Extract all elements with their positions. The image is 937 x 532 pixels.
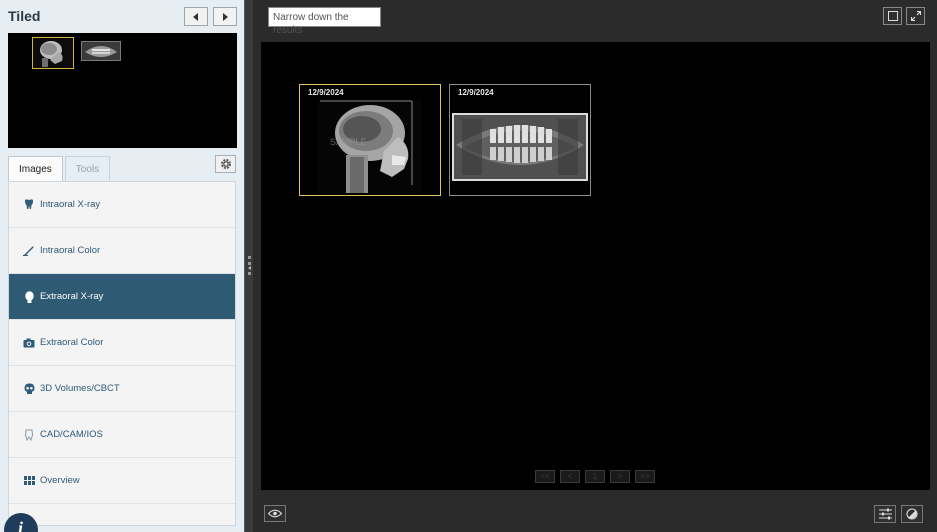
next-page-button[interactable]: > [610,470,630,483]
category-extraoral-color[interactable]: Extraoral Color [9,320,235,366]
first-page-button[interactable]: << [535,470,555,483]
category-overview[interactable]: Overview [9,458,235,504]
settings-button[interactable] [215,155,236,173]
category-label: Extraoral X-ray [40,291,104,302]
image-date: 12/9/2024 [458,88,494,97]
tab-images[interactable]: Images [8,156,63,181]
camera-icon [23,337,35,349]
category-list: Intraoral X-ray Intraoral Color Extraora… [8,181,236,526]
head-icon [23,290,35,303]
prev-page-button[interactable]: < [560,470,580,483]
pagination: << < 1 > >> [535,470,660,483]
page-number[interactable]: 1 [585,470,605,483]
crown-icon [23,429,35,441]
ceph-xray-image: SAMPLE [300,85,440,195]
contrast-button[interactable] [901,505,923,523]
skull-icon [23,383,35,395]
category-intraoral-xray[interactable]: Intraoral X-ray [9,182,235,228]
svg-text:SAMPLE: SAMPLE [330,137,367,147]
gear-icon [220,159,231,169]
bottom-toolbar [253,497,937,532]
square-icon [887,11,898,21]
single-view-button[interactable] [883,7,902,25]
image-card-ceph[interactable]: SAMPLE 12/9/2024 [299,84,441,196]
mini-thumbnail-ceph[interactable] [32,37,74,69]
adjustments-button[interactable] [874,505,896,523]
visibility-button[interactable] [264,505,286,522]
panel-splitter[interactable] [244,0,253,532]
panel-tabs: Images Tools [8,156,112,181]
search-input[interactable]: Narrow down the results [268,7,381,36]
panel-title: Tiled [8,8,41,24]
category-label: Intraoral Color [40,245,101,256]
category-cad-cam[interactable]: CAD/CAM/IOS [9,412,235,458]
skull-xray-thumbnail [33,38,73,68]
sliders-icon [878,508,892,520]
image-card-pano[interactable]: 12/9/2024 [449,84,591,196]
category-label: Extraoral Color [40,337,104,348]
info-icon: i [18,518,24,532]
tab-tools[interactable]: Tools [64,156,111,181]
image-viewport: SAMPLE 12/9/2024 12/9/2024 << < 1 > >> [261,42,930,490]
grip-icon [248,256,251,275]
category-label: Overview [40,475,80,486]
image-date: 12/9/2024 [308,88,344,97]
thumbnail-strip [8,33,237,148]
panoramic-xray-image [450,85,590,195]
triangle-right-icon [223,12,228,21]
category-label: Intraoral X-ray [40,199,101,210]
contrast-icon [906,508,918,520]
app-window: Tiled Images Tools Intraoral X-ray Intra… [0,0,937,532]
last-page-button[interactable]: >> [635,470,655,483]
category-extraoral-xray[interactable]: Extraoral X-ray [9,274,235,320]
grid-icon [23,475,35,487]
category-label: 3D Volumes/CBCT [40,383,120,394]
category-intraoral-color[interactable]: Intraoral Color [9,228,235,274]
tooth-icon [23,199,35,211]
previous-button[interactable] [184,7,208,26]
panoramic-xray-thumbnail [82,42,120,60]
viewer-area: Narrow down the results SAMPLE 12/9/2024… [253,0,937,532]
next-button[interactable] [213,7,237,26]
triangle-left-icon [193,12,198,21]
expand-icon [910,11,921,21]
fullscreen-button[interactable] [906,7,925,25]
category-label: CAD/CAM/IOS [40,429,103,440]
brush-icon [23,245,35,257]
category-3d-volumes[interactable]: 3D Volumes/CBCT [9,366,235,412]
eye-icon [268,509,282,518]
mini-thumbnail-pano[interactable] [81,41,121,61]
left-panel: Tiled Images Tools Intraoral X-ray Intra… [0,0,244,532]
